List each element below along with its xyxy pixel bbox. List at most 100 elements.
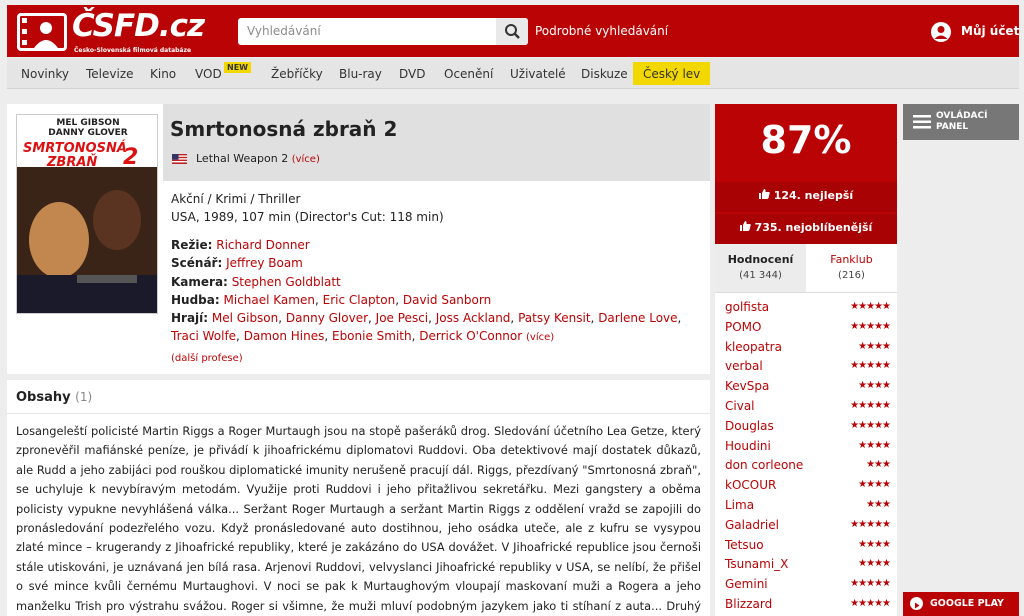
user-name-link[interactable]: don corleone	[725, 458, 803, 472]
tab-fanclub-count: (216)	[838, 270, 865, 281]
user-name-link[interactable]: Lima	[725, 498, 754, 512]
nav-item-diskuze[interactable]: Diskuze	[581, 67, 628, 81]
control-panel-button[interactable]: OVLÁDACÍ PANEL	[903, 104, 1019, 140]
nav-item-vod[interactable]: VOD	[195, 67, 222, 81]
actor-link[interactable]: Damon Hines	[244, 329, 325, 343]
user-name-link[interactable]: Douglas	[725, 419, 774, 433]
user-name-link[interactable]: Blizzard	[725, 597, 772, 611]
actor-link[interactable]: Joe Pesci	[376, 311, 428, 325]
user-name-link[interactable]: verbal	[725, 359, 763, 373]
star-rating: ★★★★	[858, 340, 891, 352]
star-rating: ★★★★★	[850, 400, 891, 411]
nav-item-kino[interactable]: Kino	[150, 67, 176, 81]
star-rating: ★★★★	[858, 538, 891, 550]
star-rating: ★★★★★	[850, 419, 891, 431]
user-rating-row: KevSpa ★★★★	[725, 379, 891, 399]
thumbs-up-icon	[739, 221, 751, 231]
user-name-link[interactable]: Tsunami_X	[725, 557, 788, 571]
user-rating-row: kOCOUR ★★★★	[725, 478, 891, 498]
actor-link[interactable]: Derrick O'Connor	[419, 329, 522, 343]
user-rating-row: Galadriel ★★★★★	[725, 518, 891, 538]
nav-item-uzivatele[interactable]: Uživatelé	[510, 67, 566, 81]
nav-item-televize[interactable]: Televize	[86, 67, 134, 81]
nav-item-zebricky[interactable]: Žebříčky	[271, 67, 323, 81]
composer-link[interactable]: Michael Kamen	[224, 293, 315, 307]
poster-title-1: SMRTONOSNÁ	[23, 141, 127, 156]
actor-link[interactable]: Traci Wolfe	[171, 329, 236, 343]
site-logo[interactable]: ČSFD.cz Česko-Slovenská filmová databáze	[17, 8, 205, 54]
usa-flag-icon	[172, 154, 187, 164]
actor-link[interactable]: Joss Ackland	[436, 311, 511, 325]
composer-link[interactable]: Eric Clapton	[323, 293, 396, 307]
google-play-button[interactable]: GOOGLE PLAY	[903, 592, 1019, 616]
user-name-link[interactable]: KevSpa	[725, 379, 769, 393]
user-rating-row: POMO ★★★★★	[725, 320, 891, 340]
user-rating-row: don corleone ★★★	[725, 458, 891, 478]
tab-ratings-label: Hodnocení	[727, 253, 794, 266]
account-button[interactable]: Můj účet	[930, 20, 1019, 44]
composer-link[interactable]: David Sanborn	[403, 293, 491, 307]
tab-ratings-count: (41 344)	[739, 270, 782, 281]
director-label: Režie:	[171, 238, 213, 252]
play-icon	[910, 597, 923, 610]
actor-link[interactable]: Mel Gibson	[212, 311, 278, 325]
original-title: Lethal Weapon 2 (více)	[196, 152, 320, 165]
rating-percent: 87%	[760, 118, 852, 162]
actor-link[interactable]: Ebonie Smith	[332, 329, 412, 343]
camera-label: Kamera:	[171, 274, 228, 289]
user-name-link[interactable]: Houdini	[725, 439, 771, 453]
plot-heading-text: Obsahy	[16, 390, 71, 405]
user-name-link[interactable]: POMO	[725, 320, 761, 334]
tab-ratings[interactable]: Hodnocení (41 344)	[715, 244, 806, 292]
popular-rank-text: 735. nejoblíbenější	[715, 221, 897, 234]
thumbs-up-icon	[758, 189, 770, 199]
film-poster[interactable]: MEL GIBSON DANNY GLOVER SMRTONOSNÁ ZBRAŇ…	[16, 114, 158, 314]
more-professions-link[interactable]: (další profese)	[171, 353, 243, 364]
camera-link[interactable]: Stephen Goldblatt	[232, 275, 341, 289]
more-cast-link[interactable]: (více)	[526, 332, 554, 343]
main-nav: Novinky Televize Kino VOD NEW Žebříčky B…	[7, 58, 1019, 89]
writer-link[interactable]: Jeffrey Boam	[226, 256, 303, 270]
film-genres: Akční / Krimi / Thriller	[171, 192, 301, 206]
nav-item-cesky-lev[interactable]: Český lev	[633, 62, 711, 85]
nav-item-bluray[interactable]: Blu-ray	[339, 67, 382, 81]
nav-item-dvd[interactable]: DVD	[399, 67, 425, 81]
star-rating: ★★★★★	[850, 518, 891, 530]
search-input[interactable]: Vyhledávání	[247, 24, 321, 38]
film-origin: USA, 1989, 107 min (Director's Cut: 118 …	[171, 210, 444, 224]
tab-fanclub[interactable]: Fanklub (216)	[806, 244, 897, 292]
search-box: Vyhledávání	[238, 18, 528, 45]
poster-actor-2: DANNY GLOVER	[48, 128, 128, 138]
user-name-link[interactable]: Cival	[725, 399, 755, 413]
best-rank-link[interactable]: 124. nejlepší	[715, 182, 897, 212]
actor-link[interactable]: Patsy Kensit	[518, 311, 590, 325]
advanced-search-link[interactable]: Podrobné vyhledávání	[535, 24, 668, 38]
plot-text: Losangeleští policisté Martin Riggs a Ro…	[16, 424, 701, 613]
star-rating: ★★★★★	[850, 320, 891, 332]
user-rating-row: Blizzard ★★★★★	[725, 597, 891, 616]
user-name-link[interactable]: Tetsuo	[725, 538, 764, 552]
more-titles-link[interactable]: (více)	[292, 154, 320, 165]
actor-link[interactable]: Danny Glover	[286, 311, 368, 325]
user-rating-row: Lima ★★★	[725, 498, 891, 518]
user-name-link[interactable]: kleopatra	[725, 340, 782, 354]
director-link[interactable]: Richard Donner	[216, 238, 310, 252]
nav-item-oceneni[interactable]: Ocenění	[444, 67, 493, 81]
nav-item-novinky[interactable]: Novinky	[21, 67, 69, 81]
original-title-text: Lethal Weapon 2	[196, 152, 289, 165]
best-rank-text: 124. nejlepší	[715, 189, 897, 202]
user-rating-row: verbal ★★★★★	[725, 359, 891, 379]
control-panel-label-1: OVLÁDACÍ	[936, 111, 988, 121]
popular-rank-link[interactable]: 735. nejoblíbenější	[715, 214, 897, 244]
user-name-link[interactable]: kOCOUR	[725, 478, 776, 492]
user-name-link[interactable]: Galadriel	[725, 518, 779, 532]
user-rating-row: Gemini ★★★★★	[725, 577, 891, 597]
actor-link[interactable]: Darlene Love	[598, 311, 677, 325]
user-name-link[interactable]: golfista	[725, 300, 769, 314]
star-rating: ★★★★	[858, 558, 891, 570]
search-button[interactable]	[496, 18, 528, 45]
user-rating-row: Cival ★★★★★	[725, 399, 891, 419]
star-rating: ★★★	[866, 459, 891, 471]
plot-section: Obsahy (1) Losangeleští policisté Martin…	[7, 380, 710, 616]
user-name-link[interactable]: Gemini	[725, 577, 768, 591]
